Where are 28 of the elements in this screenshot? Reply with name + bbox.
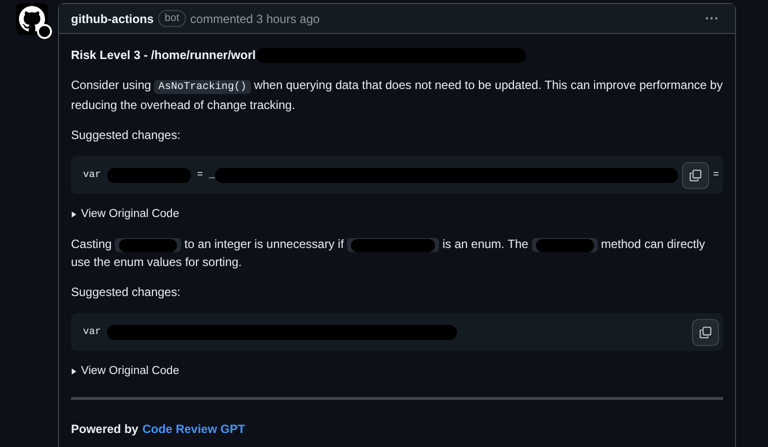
code-text: = [712, 168, 719, 182]
caret-icon [71, 211, 77, 218]
code-text: var [83, 168, 102, 182]
comment-text: Consider using AsNoTracking() when querying data that does not need to be updated. This can improve performance by reducing the overhead of change tracking. [71, 77, 723, 114]
code-text: var [83, 326, 102, 340]
footer-text: Powered by [71, 420, 138, 438]
view-original-code-toggle[interactable]: View Original Code [71, 363, 180, 380]
bot-label: bot [158, 10, 186, 27]
app-badge [37, 24, 52, 39]
risk-heading: Risk Level 3 - /home/runner/worl [71, 47, 256, 64]
suggested-changes-label: Suggested changes: [71, 127, 182, 144]
redaction-mark [536, 238, 594, 252]
author-name[interactable]: github-actions [71, 10, 154, 28]
code-text: = _ [196, 168, 216, 182]
code-review-gpt-link[interactable]: Code Review GPT [142, 420, 246, 438]
copy-button[interactable] [682, 162, 709, 188]
copy-icon [699, 326, 712, 339]
copy-icon [688, 168, 702, 182]
more-options-button[interactable]: ··· [701, 8, 723, 29]
redaction-mark [119, 238, 178, 252]
caret-icon [71, 368, 77, 376]
copy-button[interactable] [692, 318, 719, 346]
comment-meta: commented 3 hours ago [190, 10, 320, 28]
view-original-code-toggle[interactable]: View Original Code [71, 206, 180, 224]
octocat-icon [19, 6, 45, 32]
inline-code: AsNoTracking() [154, 80, 251, 94]
suggested-changes-label: Suggested changes: [71, 284, 182, 302]
comment-text: Casting to an integer is unnecessary if is an enum. The method can directly use the enum values for sorting. [71, 236, 706, 272]
